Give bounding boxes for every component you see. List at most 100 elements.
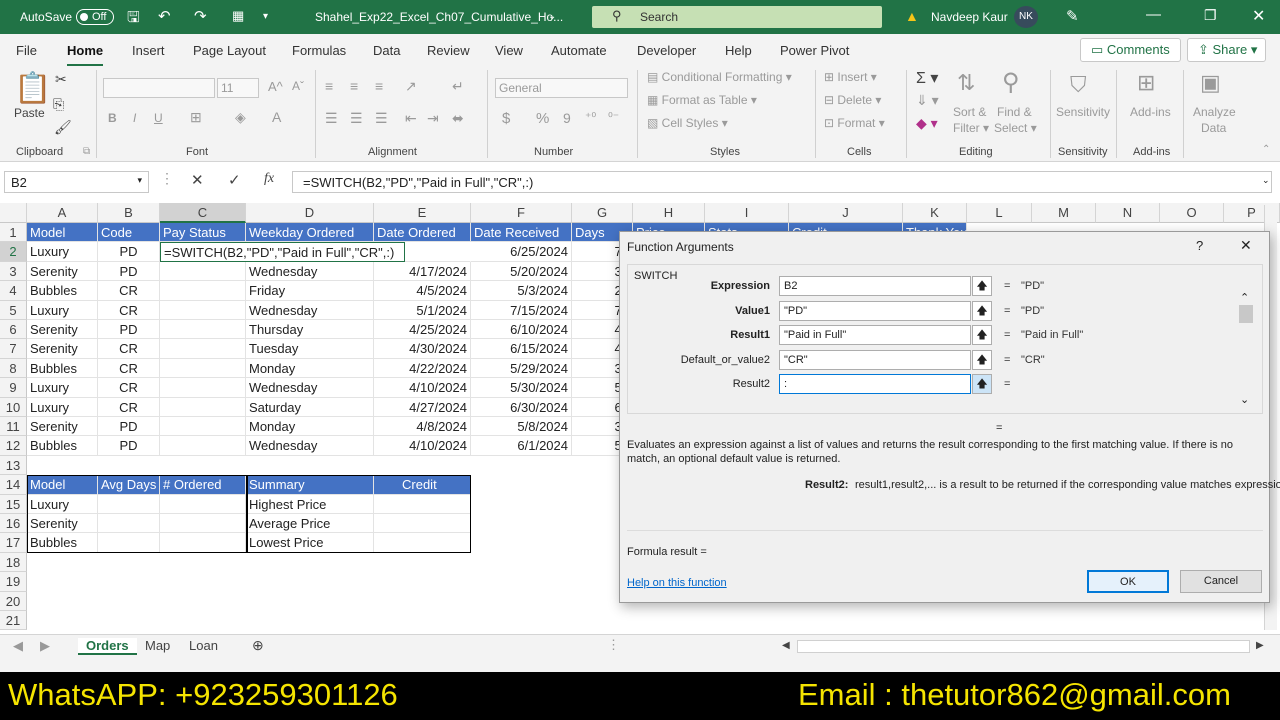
table-cell[interactable]: 5/1/2024 xyxy=(374,300,471,320)
decrease-indent-icon[interactable]: ⇤ xyxy=(405,110,417,127)
table-cell[interactable]: 4/25/2024 xyxy=(374,320,471,340)
row-header[interactable]: 9 xyxy=(0,378,27,398)
active-cell-editor[interactable]: =SWITCH(B2,"PD","Paid in Full","CR",:) xyxy=(160,242,405,262)
table-cell[interactable]: 4/30/2024 xyxy=(374,339,471,359)
summary-header-cell[interactable]: Credit xyxy=(374,475,471,495)
column-header[interactable]: A xyxy=(27,203,98,223)
align-middle-icon[interactable]: ≡ xyxy=(350,78,358,94)
column-header[interactable]: H xyxy=(633,203,705,223)
column-header[interactable]: L xyxy=(967,203,1032,223)
column-header[interactable]: G xyxy=(572,203,633,223)
add-ins-label[interactable]: Add-ins xyxy=(1130,105,1171,119)
collapse-dialog-icon[interactable]: 🡅 xyxy=(972,374,992,395)
table-cell[interactable]: Serenity xyxy=(27,320,98,340)
tab-split-icon[interactable]: ⋮ xyxy=(607,637,620,653)
font-size-dropdown[interactable]: 11 xyxy=(217,78,259,98)
table-cell[interactable]: CR xyxy=(98,397,160,417)
delete-cells-button[interactable]: ⊟ Delete ▾ xyxy=(824,93,881,107)
clear-icon[interactable]: ◆ ▾ xyxy=(916,115,938,132)
next-sheet-icon[interactable]: ▶ xyxy=(40,638,50,654)
table-cell[interactable]: CR xyxy=(98,300,160,320)
summary-header-cell[interactable]: # Ordered xyxy=(160,475,246,495)
analyze-data-label1[interactable]: Analyze xyxy=(1193,105,1236,119)
table-cell[interactable]: PD xyxy=(98,320,160,340)
tab-automate[interactable]: Automate xyxy=(551,43,607,58)
cancel-button[interactable]: Cancel xyxy=(1180,570,1262,593)
table-cell[interactable]: PD xyxy=(98,417,160,437)
table-cell[interactable]: Serenity xyxy=(27,339,98,359)
table-cell[interactable]: 4/22/2024 xyxy=(374,358,471,379)
pen-icon[interactable]: ✎ xyxy=(1066,7,1079,25)
tab-help[interactable]: Help xyxy=(725,43,752,58)
comma-icon[interactable]: 9 xyxy=(563,110,571,126)
cell-styles-button[interactable]: ▧ Cell Styles ▾ xyxy=(647,116,728,130)
formula-input[interactable]: =SWITCH(B2,"PD","Paid in Full","CR",:) xyxy=(292,171,1272,193)
sort-filter-label1[interactable]: Sort & xyxy=(953,105,986,119)
increase-decimal-icon[interactable]: ⁺⁰ xyxy=(585,110,596,124)
close-icon[interactable]: ✕ xyxy=(1252,6,1265,26)
table-cell[interactable]: Bubbles xyxy=(27,358,98,379)
comments-button[interactable]: ▭ Comments xyxy=(1080,38,1181,62)
table-cell[interactable]: 6/1/2024 xyxy=(471,436,572,456)
ok-button[interactable]: OK xyxy=(1087,570,1169,593)
column-header[interactable]: D xyxy=(246,203,374,223)
row-header[interactable]: 17 xyxy=(0,533,27,553)
align-bottom-icon[interactable]: ≡ xyxy=(375,78,383,94)
table-cell[interactable]: Bubbles xyxy=(27,436,98,456)
number-format-dropdown[interactable]: General xyxy=(495,78,628,98)
table-cell[interactable]: 7/15/2024 xyxy=(471,300,572,320)
row-header[interactable]: 20 xyxy=(0,591,27,611)
tab-file[interactable]: File xyxy=(16,43,37,58)
table-cell[interactable] xyxy=(160,261,246,282)
orientation-icon[interactable]: ↗ xyxy=(405,78,417,95)
find-select-label1[interactable]: Find & xyxy=(997,105,1032,119)
increase-indent-icon[interactable]: ⇥ xyxy=(427,110,439,127)
table-cell[interactable]: 5/29/2024 xyxy=(471,358,572,379)
tab-formulas[interactable]: Formulas xyxy=(292,43,346,58)
collapse-dialog-icon[interactable]: 🡅 xyxy=(972,300,992,321)
add-sheet-icon[interactable]: ⊕ xyxy=(252,637,264,654)
arg-input[interactable]: B2 xyxy=(779,276,971,296)
summary-cell[interactable]: Highest Price xyxy=(246,494,374,514)
column-header[interactable]: B xyxy=(98,203,160,223)
summary-cell[interactable] xyxy=(374,533,471,553)
summary-cell[interactable]: Bubbles xyxy=(27,533,98,553)
redo-icon[interactable]: ↷ xyxy=(194,7,207,25)
autosum-icon[interactable]: Σ ▾ xyxy=(916,68,938,88)
table-header-cell[interactable]: Model xyxy=(27,223,98,243)
scroll-up-icon[interactable]: ⌃ xyxy=(1240,291,1249,304)
save-icon[interactable]: 🖫 xyxy=(127,7,140,32)
summary-cell[interactable] xyxy=(374,494,471,514)
row-header[interactable]: 11 xyxy=(0,417,27,437)
align-right-icon[interactable]: ☰ xyxy=(375,110,388,127)
help-icon[interactable]: ? xyxy=(1196,238,1203,253)
merge-center-icon[interactable]: ⬌ xyxy=(452,110,464,127)
table-cell[interactable]: Monday xyxy=(246,358,374,379)
collapse-dialog-icon[interactable]: 🡅 xyxy=(972,276,992,296)
hscroll-right-icon[interactable]: ▶ xyxy=(1256,640,1264,651)
column-header[interactable]: N xyxy=(1096,203,1160,223)
paste-icon[interactable]: 📋 xyxy=(14,71,51,106)
help-link[interactable]: Help on this function xyxy=(627,577,727,589)
table-cell[interactable] xyxy=(160,281,246,301)
scroll-down-icon[interactable]: ⌄ xyxy=(1240,393,1249,406)
table-cell[interactable]: 4/5/2024 xyxy=(374,281,471,301)
table-header-cell[interactable]: Date Received xyxy=(471,223,572,243)
dialog-close-icon[interactable]: ✕ xyxy=(1240,237,1252,254)
sheet-tab-loan[interactable]: Loan xyxy=(189,638,218,653)
analyze-data-label2[interactable]: Data xyxy=(1201,121,1226,135)
select-all-corner[interactable] xyxy=(0,203,27,223)
tab-view[interactable]: View xyxy=(495,43,523,58)
table-cell[interactable]: PD xyxy=(98,261,160,282)
format-cells-button[interactable]: ⊡ Format ▾ xyxy=(824,116,885,130)
row-header[interactable]: 5 xyxy=(0,300,27,320)
wrap-text-icon[interactable]: ↵ xyxy=(452,78,464,95)
table-cell[interactable]: Luxury xyxy=(27,397,98,417)
table-cell[interactable]: 6/15/2024 xyxy=(471,339,572,359)
decrease-decimal-icon[interactable]: ⁰⁻ xyxy=(608,110,619,124)
table-cell[interactable]: CR xyxy=(98,358,160,379)
row-header[interactable]: 8 xyxy=(0,358,27,379)
column-header[interactable]: M xyxy=(1032,203,1096,223)
analyze-data-icon[interactable]: ▣ xyxy=(1200,70,1221,96)
column-header[interactable]: J xyxy=(789,203,903,223)
